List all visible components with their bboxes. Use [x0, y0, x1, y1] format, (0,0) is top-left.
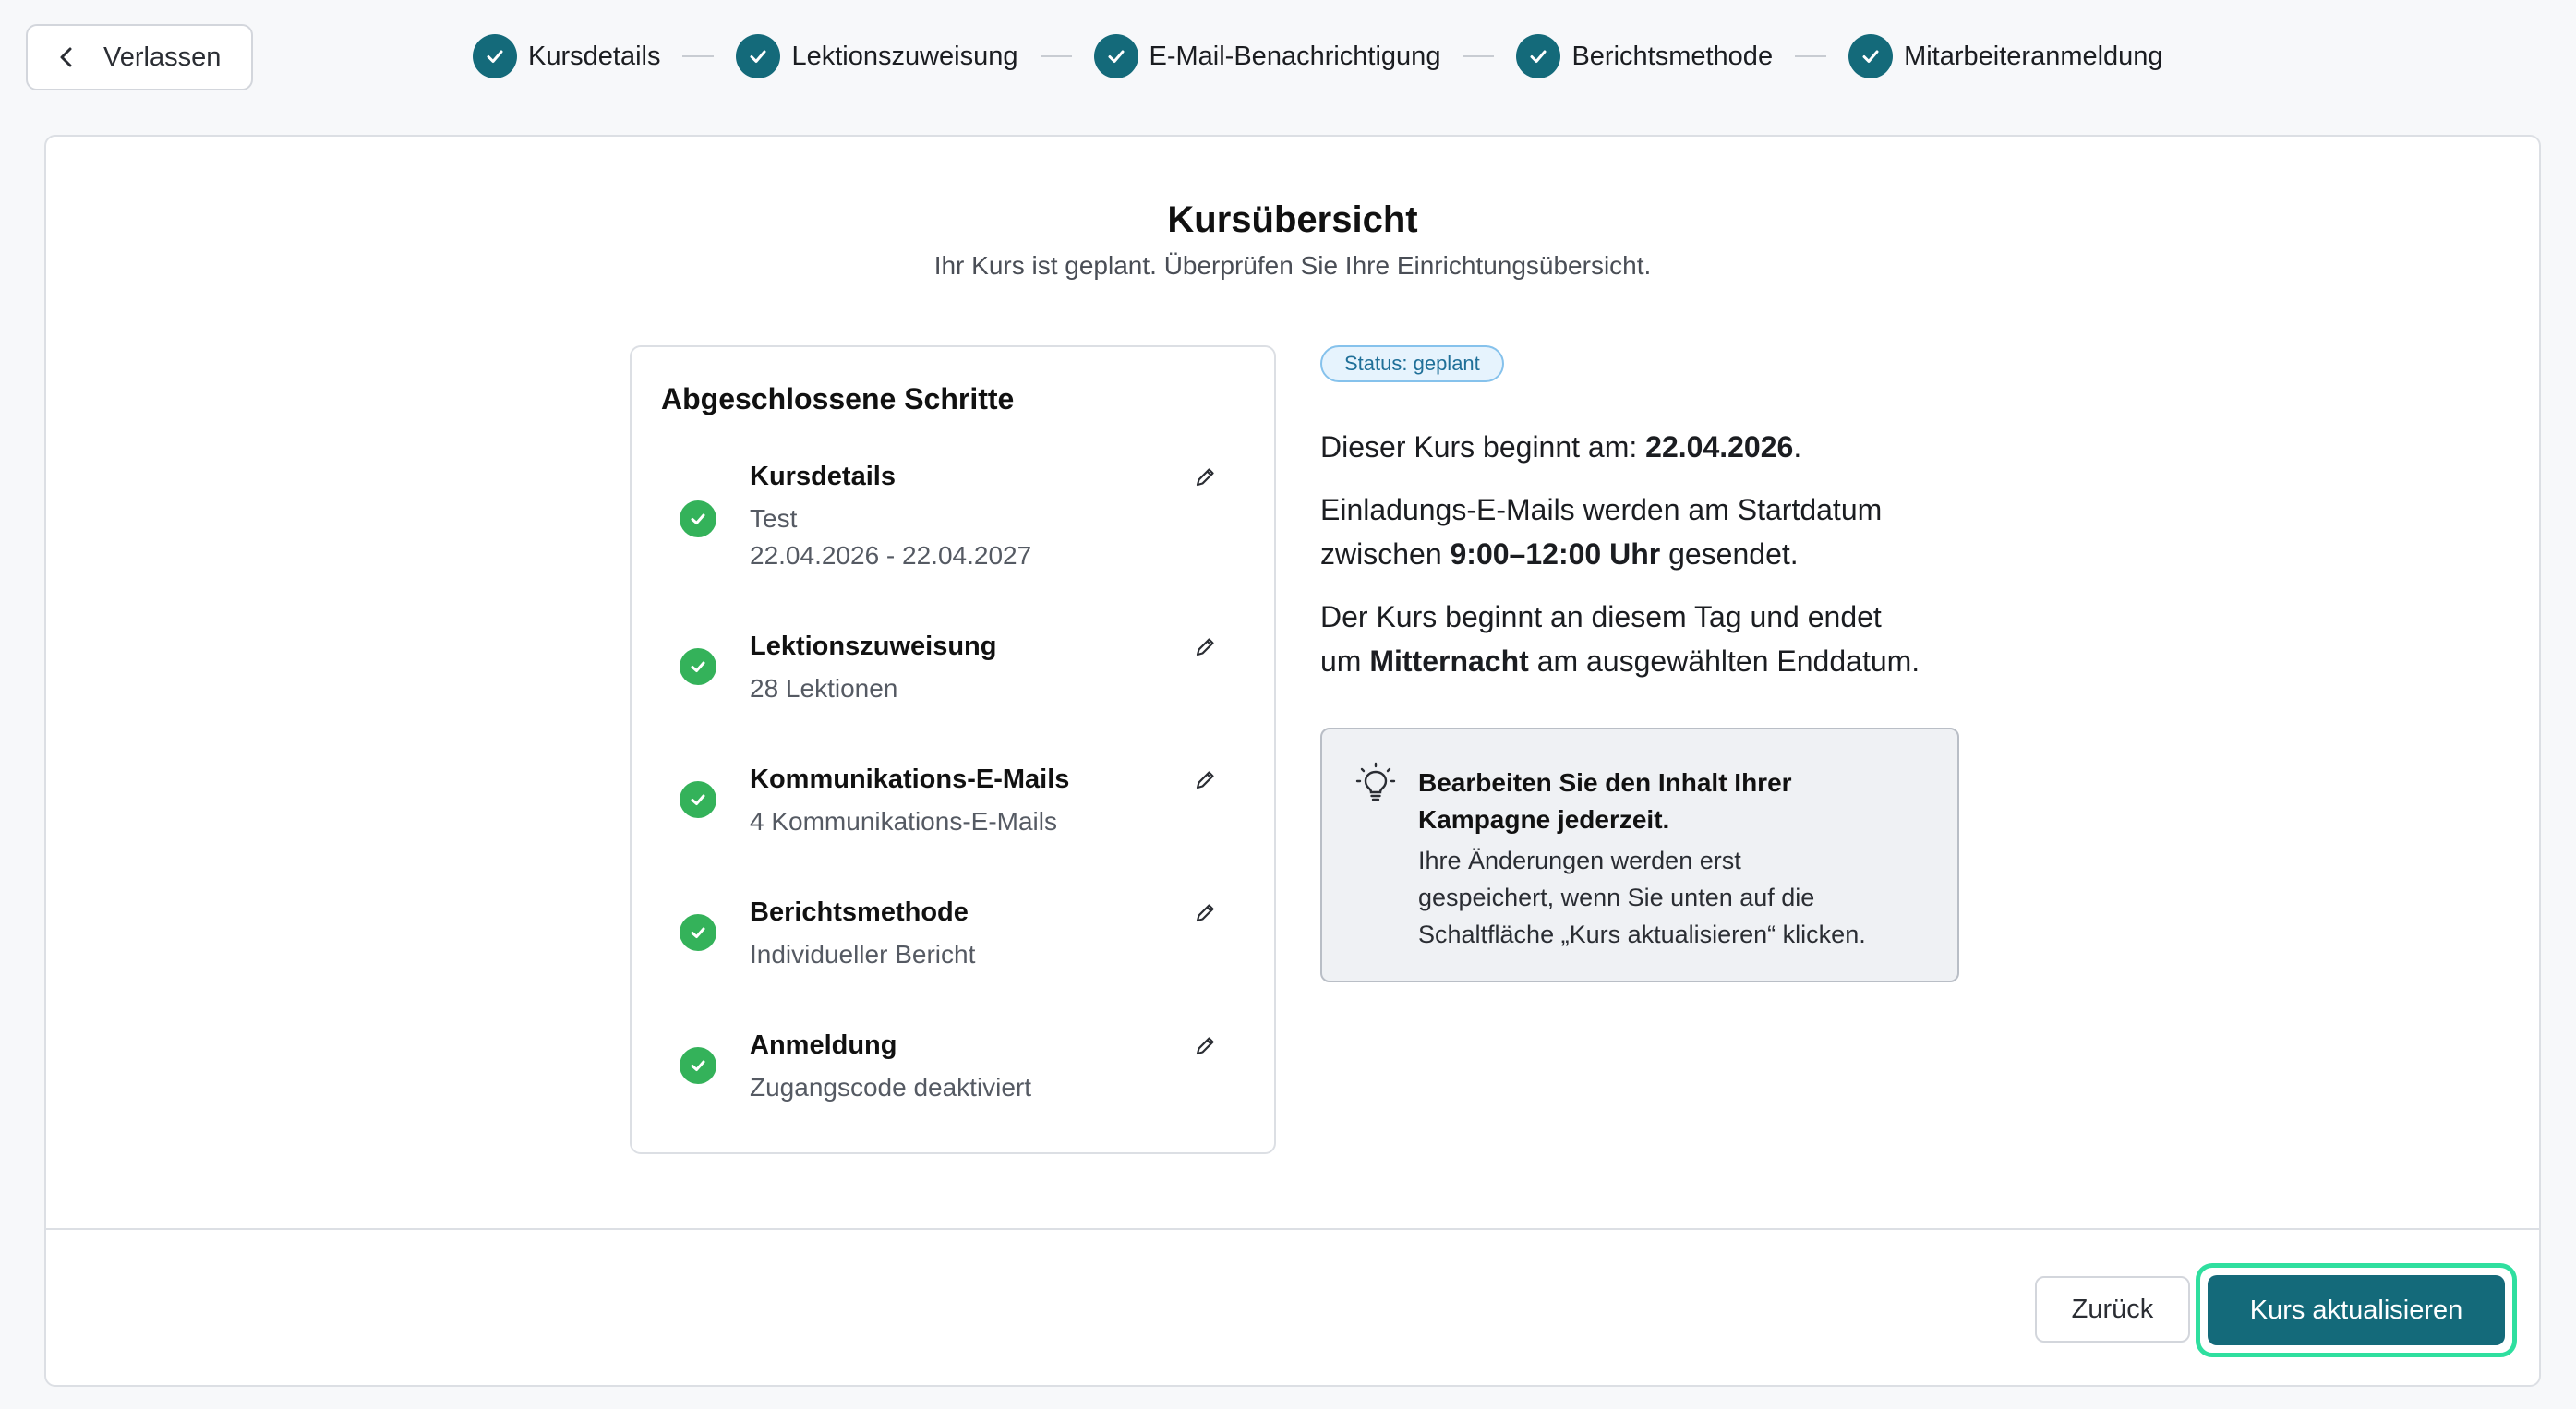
step-divider [682, 55, 715, 57]
pencil-icon[interactable] [1189, 897, 1221, 929]
step-label: Lektionszuweisung [791, 41, 1018, 71]
tip-title: Bearbeiten Sie den Inhalt Ihrer Kampagne… [1418, 768, 1792, 834]
step-name: Berichtsmethode [750, 897, 969, 927]
step-label: E-Mail-Benachrichtigung [1149, 41, 1441, 71]
page-subtitle: Ihr Kurs ist geplant. Überprüfen Sie Ihr… [933, 251, 1652, 280]
update-course-button[interactable]: Kurs aktualisieren [2208, 1275, 2505, 1345]
end-date-text: Der Kurs beginnt an diesem Tag und endet… [1320, 600, 1920, 678]
step-detail: Individueller Bericht [750, 940, 976, 969]
status-badge: Status: geplant [1320, 345, 1504, 382]
tip-body: Ihre Änderungen werden erst gespeichert,… [1418, 847, 1866, 948]
completed-steps-heading: Abgeschlossene Schritte [661, 382, 1015, 415]
step-report-method[interactable]: Berichtsmethode [1516, 34, 1773, 78]
course-overview-card: Kursübersicht Ihr Kurs ist geplant. Über… [44, 135, 2541, 1387]
page-title: Kursübersicht [1167, 199, 1418, 240]
check-circle-icon [680, 500, 716, 537]
check-circle-icon [680, 914, 716, 951]
invite-time-text: Einladungs-E-Mails werden am Startdatum … [1320, 493, 1883, 571]
check-icon [1848, 34, 1894, 78]
step-divider [1463, 55, 1495, 57]
step-detail: 22.04.2026 - 22.04.2027 [750, 541, 1032, 570]
exit-label: Verlassen [103, 42, 222, 72]
step-detail: Test [750, 504, 798, 533]
check-circle-icon [680, 781, 716, 818]
step-lesson-assignment[interactable]: Lektionszuweisung [736, 34, 1018, 78]
pencil-icon[interactable] [1189, 1030, 1221, 1062]
start-date-text: Dieser Kurs beginnt am: 22.04.2026. [1320, 430, 1802, 464]
step-label: Kursdetails [528, 41, 661, 71]
step-label: Berichtsmethode [1571, 41, 1774, 71]
completed-steps-panel: Abgeschlossene Schritte Kursdetails Test… [630, 345, 1276, 1154]
step-employee-enrollment[interactable]: Mitarbeiteranmeldung [1848, 34, 2163, 78]
step-detail: 4 Kommunikations-E-Mails [750, 807, 1057, 836]
step-name: Anmeldung [750, 1030, 897, 1060]
lightbulb-icon [1355, 761, 1396, 805]
progress-stepper: Kursdetails Lektionszuweisung E-Mail-Ben… [473, 33, 2163, 79]
back-button[interactable]: Zurück [2035, 1276, 2190, 1343]
pencil-icon[interactable] [1189, 462, 1221, 493]
check-icon [1516, 34, 1561, 78]
chevron-left-icon [57, 45, 81, 69]
step-label: Mitarbeiteranmeldung [1904, 41, 2163, 71]
step-email-notification[interactable]: E-Mail-Benachrichtigung [1093, 34, 1441, 78]
check-icon [473, 34, 517, 78]
check-icon [736, 34, 781, 78]
step-name: Lektionszuweisung [750, 632, 997, 661]
pencil-icon[interactable] [1189, 765, 1221, 796]
exit-button[interactable]: Verlassen [26, 24, 253, 90]
step-detail: Zugangscode deaktiviert [750, 1073, 1032, 1102]
step-divider [1040, 55, 1072, 57]
check-icon [1093, 34, 1138, 78]
focus-ring: Kurs aktualisieren [2196, 1263, 2517, 1357]
step-name: Kommunikations-E-Mails [750, 765, 1070, 794]
tip-box: Bearbeiten Sie den Inhalt Ihrer Kampagne… [1320, 728, 1959, 982]
pencil-icon[interactable] [1189, 632, 1221, 663]
check-circle-icon [680, 648, 716, 685]
check-circle-icon [680, 1047, 716, 1084]
step-course-details[interactable]: Kursdetails [473, 34, 660, 78]
step-detail: 28 Lektionen [750, 674, 898, 703]
step-name: Kursdetails [750, 462, 896, 491]
footer-divider [46, 1228, 2539, 1230]
step-divider [1795, 55, 1827, 57]
